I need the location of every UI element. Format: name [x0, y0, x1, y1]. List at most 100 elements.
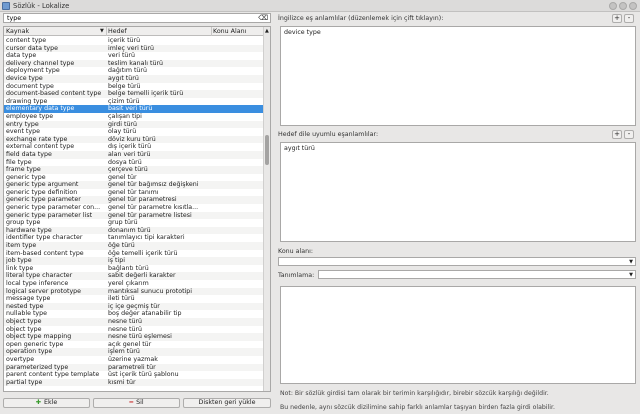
delete-entry-button[interactable]: ━ Sil: [93, 398, 180, 408]
table-row[interactable]: nullable type boş değer atanabilir tip: [4, 310, 264, 318]
definition-text-area[interactable]: [280, 286, 636, 384]
table-row[interactable]: generic type parameter con... genel tür p…: [4, 204, 264, 212]
target-cell: dosya türü: [108, 158, 142, 166]
add-english-synonym-button[interactable]: +: [612, 14, 622, 23]
table-row[interactable]: drawing type çizim türü: [4, 98, 264, 106]
clear-search-icon[interactable]: ⌫: [258, 14, 268, 22]
table-row[interactable]: deployment type dağıtım türü: [4, 67, 264, 75]
source-cell: local type inference: [6, 280, 69, 287]
table-row[interactable]: entry type girdi türü: [4, 120, 264, 129]
column-header-source[interactable]: Kaynak: [6, 28, 29, 35]
source-cell: generic type: [6, 173, 46, 181]
table-row[interactable]: object type mapping nesne türü eşlemesi: [4, 333, 264, 341]
source-cell: open generic type: [6, 340, 64, 348]
table-row[interactable]: object type nesne türü: [4, 326, 264, 334]
target-cell: mantıksal sunucu prototipi: [108, 287, 193, 295]
table-row[interactable]: data type veri türü: [4, 52, 264, 60]
target-cell: döviz kuru türü: [108, 135, 156, 143]
target-cell: iç içe geçmiş tür: [108, 302, 160, 310]
table-row[interactable]: identifier type character tanımlayıcı tip…: [4, 234, 264, 242]
target-synonym-item[interactable]: aygıt türü: [284, 145, 315, 152]
table-row[interactable]: literal type character sabit değerli kara…: [4, 272, 264, 280]
table-row[interactable]: device type aygıt türü: [4, 74, 264, 83]
definition-language-combo[interactable]: ▼: [318, 270, 636, 279]
target-cell: içerik türü: [108, 37, 141, 44]
table-row[interactable]: employee type çalışan tipi: [4, 113, 264, 121]
close-window-button[interactable]: [629, 2, 637, 10]
target-cell: tanımlayıcı tipi karakteri: [108, 234, 185, 242]
column-separator[interactable]: [211, 27, 212, 36]
table-row[interactable]: parent content type template üst içerik t…: [4, 371, 264, 379]
table-row[interactable]: object type nesne türü: [4, 317, 264, 326]
column-separator[interactable]: [106, 27, 107, 36]
scroll-up-arrow-icon[interactable]: ▲: [265, 28, 269, 34]
table-row[interactable]: job type iş tipi: [4, 257, 264, 265]
source-cell: item-based content type: [6, 249, 84, 257]
subject-field-label: Konu alanı:: [278, 248, 313, 255]
table-row[interactable]: document type belge türü: [4, 83, 264, 91]
table-row[interactable]: item type öğe türü: [4, 242, 264, 250]
table-row[interactable]: overtype üzerine yazmak: [4, 356, 264, 364]
add-target-synonym-button[interactable]: +: [612, 130, 622, 139]
table-row[interactable]: message type ileti türü: [4, 295, 264, 303]
target-cell: kısmi tür: [108, 378, 136, 386]
table-row[interactable]: generic type definition genel tür tanımı: [4, 189, 264, 197]
target-cell: basit veri türü: [108, 105, 153, 113]
table-row[interactable]: document-based content type belge temelli…: [4, 90, 264, 98]
table-row[interactable]: field data type alan veri türü: [4, 150, 264, 159]
column-header-target[interactable]: Hedef: [108, 28, 127, 35]
table-row[interactable]: hardware type donanım türü: [4, 226, 264, 235]
table-row[interactable]: cursor data type imleç veri türü: [4, 44, 264, 53]
subject-field-combo[interactable]: ▼: [278, 257, 636, 266]
english-synonyms-list[interactable]: device type: [280, 26, 636, 126]
target-cell: belge türü: [108, 82, 141, 90]
table-scrollbar[interactable]: ▲: [263, 27, 270, 391]
table-row[interactable]: generic type argument genel tür bağımsız …: [4, 181, 264, 189]
add-entry-button[interactable]: ✚ Ekle: [3, 398, 90, 408]
table-row[interactable]: event type olay türü: [4, 128, 264, 136]
target-cell: genel tür tanımı: [108, 188, 159, 196]
table-row[interactable]: generic type parameter genel tür parametr…: [4, 196, 264, 205]
target-cell: imleç veri türü: [108, 44, 154, 52]
column-header-subject[interactable]: Konu Alanı: [213, 28, 246, 35]
table-row[interactable]: delivery channel type teslim kanalı türü: [4, 59, 264, 68]
maximize-button[interactable]: [619, 2, 627, 10]
english-synonym-item[interactable]: device type: [284, 29, 321, 36]
table-row[interactable]: partial type kısmi tür: [4, 378, 264, 387]
minimize-button[interactable]: [609, 2, 617, 10]
remove-target-synonym-button[interactable]: -: [624, 130, 634, 139]
search-input[interactable]: [4, 14, 254, 22]
window-title: Sözlük - Lokalize: [13, 2, 70, 10]
table-row[interactable]: group type grup türü: [4, 219, 264, 227]
table-row[interactable]: generic type parameter list genel tür par…: [4, 211, 264, 220]
table-row[interactable]: external content type dış içerik türü: [4, 143, 264, 151]
table-row[interactable]: link type bağlantı türü: [4, 265, 264, 273]
target-cell: nesne türü: [108, 317, 143, 325]
table-row[interactable]: operation type işlem türü: [4, 348, 264, 356]
table-row[interactable]: generic type genel tür: [4, 174, 264, 182]
table-row[interactable]: nested type iç içe geçmiş tür: [4, 302, 264, 311]
table-row[interactable]: file type dosya türü: [4, 159, 264, 167]
pane-splitter[interactable]: [273, 13, 275, 408]
table-row[interactable]: frame type çerçeve türü: [4, 166, 264, 174]
reload-from-disk-button[interactable]: Diskten geri yükle: [183, 398, 271, 408]
remove-english-synonym-button[interactable]: -: [624, 14, 634, 23]
table-row[interactable]: logical server prototype mantıksal sunucu…: [4, 287, 264, 296]
table-row[interactable]: parameterized type parametreli tür: [4, 363, 264, 372]
table-row[interactable]: elementary data type basit veri türü: [4, 105, 264, 113]
table-row[interactable]: exchange rate type döviz kuru türü: [4, 135, 264, 144]
table-row[interactable]: local type inference yerel çıkarım: [4, 280, 264, 288]
source-cell: literal type character: [6, 272, 73, 280]
target-cell: donanım türü: [108, 226, 151, 234]
table-row[interactable]: open generic type açık genel tür: [4, 341, 264, 349]
source-cell: event type: [6, 128, 41, 136]
target-cell: genel tür parametresi: [108, 196, 177, 204]
source-cell: elementary data type: [6, 105, 75, 113]
source-cell: delivery channel type: [6, 59, 75, 67]
target-cell: genel tür: [108, 173, 137, 181]
scrollbar-thumb[interactable]: [265, 135, 269, 165]
table-row[interactable]: item-based content type öğe temelli içeri…: [4, 250, 264, 258]
table-row[interactable]: content type içerik türü: [4, 37, 264, 45]
target-synonyms-list[interactable]: aygıt türü: [280, 142, 636, 242]
source-cell: message type: [6, 295, 51, 303]
